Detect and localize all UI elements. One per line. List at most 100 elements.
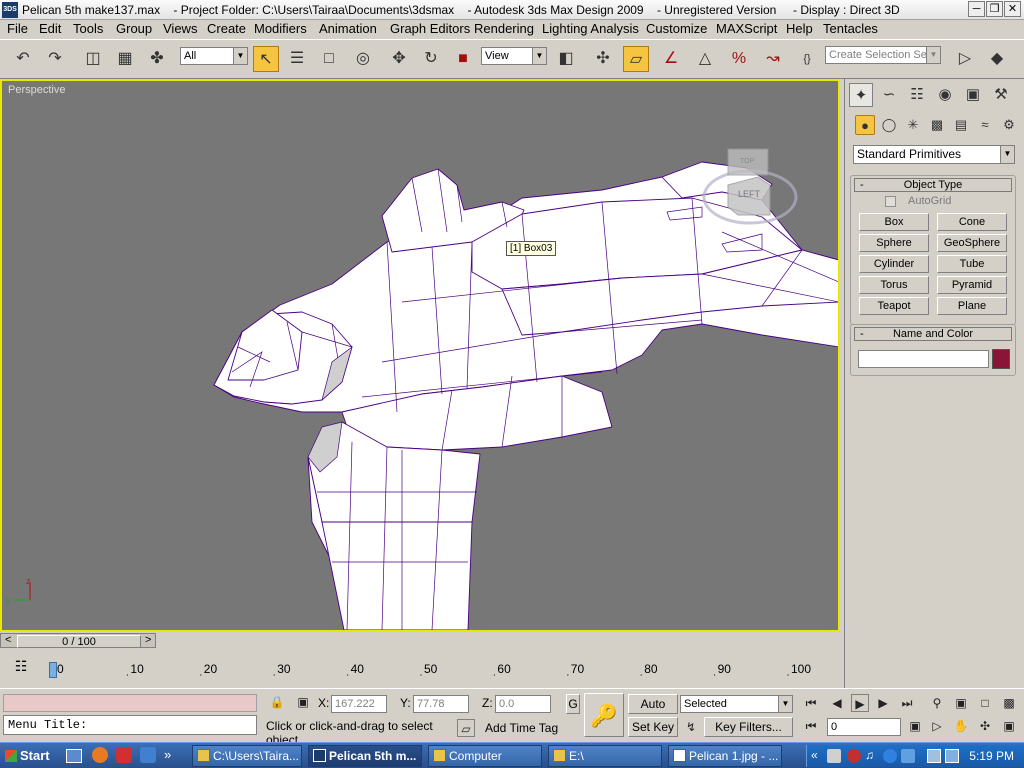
menu-create[interactable]: Create bbox=[207, 21, 246, 36]
maximize-viewport-icon[interactable]: ▣ bbox=[1000, 717, 1018, 735]
x-coordinate-field[interactable]: 167.222 bbox=[331, 695, 387, 713]
redo-icon[interactable]: ↷ bbox=[42, 46, 68, 72]
object-type-header[interactable]: - Object Type bbox=[854, 178, 1012, 192]
menu-lighting-analysis[interactable]: Lighting Analysis bbox=[542, 21, 639, 36]
key-mode-dropdown[interactable]: Selected ▼ bbox=[680, 695, 793, 713]
hierarchy-tab-icon[interactable]: ☷ bbox=[905, 83, 929, 107]
menu-graph-editors[interactable]: Graph Editors bbox=[390, 21, 470, 36]
task-3dsmax[interactable]: Pelican 5th m... bbox=[308, 745, 422, 767]
named-sel-abc-icon[interactable]: {} bbox=[794, 46, 820, 72]
task-computer[interactable]: Computer bbox=[428, 745, 542, 767]
manipulate-icon[interactable]: ✣ bbox=[590, 46, 616, 72]
prev-frame-arrow[interactable]: < bbox=[5, 634, 11, 646]
key-filters-button[interactable]: Key Filters... bbox=[704, 717, 793, 737]
grid-button[interactable]: G bbox=[566, 694, 580, 714]
autogrid-checkbox[interactable] bbox=[885, 196, 896, 207]
bind-spacewarp-icon[interactable]: ✤ bbox=[144, 46, 170, 72]
play-icon[interactable]: ▶ bbox=[851, 694, 869, 712]
tray-monitor-icon[interactable] bbox=[927, 749, 941, 763]
task-drive-e[interactable]: E:\ bbox=[548, 745, 662, 767]
clock[interactable]: 5:19 PM bbox=[969, 749, 1014, 763]
systems-icon[interactable]: ⚙ bbox=[999, 115, 1019, 135]
media-player-icon[interactable] bbox=[140, 747, 156, 763]
cone-button[interactable]: Cone bbox=[937, 213, 1007, 231]
tray-device-icon[interactable] bbox=[945, 749, 959, 763]
tube-button[interactable]: Tube bbox=[937, 255, 1007, 273]
current-frame-field[interactable]: 0 bbox=[827, 718, 901, 736]
start-button[interactable]: Start bbox=[2, 745, 52, 767]
undo-icon[interactable]: ↶ bbox=[10, 46, 36, 72]
named-selection-set-dropdown[interactable]: Create Selection Set ▼ bbox=[825, 46, 941, 64]
object-color-swatch[interactable] bbox=[992, 349, 1010, 369]
menu-rendering[interactable]: Rendering bbox=[474, 21, 534, 36]
restore-button[interactable]: ❐ bbox=[986, 1, 1003, 17]
pivot-icon[interactable]: ◧ bbox=[553, 46, 579, 72]
frame-ruler[interactable]: 0 10 20 30 40 50 60 70 80 90 100 bbox=[50, 662, 830, 676]
cameras-icon[interactable]: ▩ bbox=[927, 115, 947, 135]
quicklaunch-overflow-icon[interactable]: » bbox=[164, 747, 171, 762]
add-time-tag-label[interactable]: Add Time Tag bbox=[485, 721, 558, 735]
menu-tentacles[interactable]: Tentacles bbox=[823, 21, 878, 36]
menu-help[interactable]: Help bbox=[786, 21, 813, 36]
display-tab-icon[interactable]: ▣ bbox=[961, 83, 985, 107]
task-pelican-image[interactable]: Pelican 1.jpg - ... bbox=[668, 745, 782, 767]
rotate-icon[interactable]: ↻ bbox=[418, 46, 444, 72]
select-by-name-icon[interactable]: ☰ bbox=[284, 46, 310, 72]
lights-icon[interactable]: ✳ bbox=[903, 115, 923, 135]
next-frame-icon[interactable]: ▶ bbox=[874, 694, 892, 712]
modify-tab-icon[interactable]: ∽ bbox=[877, 83, 901, 107]
set-key-big-icon[interactable]: 🔑 bbox=[584, 693, 624, 737]
firefox-icon[interactable] bbox=[92, 747, 108, 763]
menu-maxscript[interactable]: MAXScript bbox=[716, 21, 777, 36]
current-frame-marker[interactable] bbox=[49, 662, 57, 678]
cylinder-button[interactable]: Cylinder bbox=[859, 255, 929, 273]
pan-hand-icon[interactable]: ✋ bbox=[952, 717, 970, 735]
zoom-icon[interactable]: ⚲ bbox=[928, 694, 946, 712]
move-icon[interactable]: ✥ bbox=[386, 46, 412, 72]
pyramid-button[interactable]: Pyramid bbox=[937, 276, 1007, 294]
y-coordinate-field[interactable]: 77.78 bbox=[413, 695, 469, 713]
create-tab-icon[interactable]: ✦ bbox=[849, 83, 873, 107]
auto-key-button[interactable]: Auto Key bbox=[628, 694, 678, 729]
sphere-button[interactable]: Sphere bbox=[859, 234, 929, 252]
close-button[interactable]: ✕ bbox=[1004, 1, 1021, 17]
show-desktop-icon[interactable] bbox=[66, 749, 82, 763]
add-time-tag-icon[interactable]: ▱ bbox=[457, 719, 475, 737]
3dsmax-app-icon[interactable]: 3DS bbox=[2, 2, 18, 18]
selection-filter-dropdown[interactable]: All ▼ bbox=[180, 47, 248, 65]
menu-tools[interactable]: Tools bbox=[73, 21, 103, 36]
menu-edit[interactable]: Edit bbox=[39, 21, 61, 36]
scale-icon[interactable]: ■ bbox=[450, 46, 476, 72]
tray-security-icon[interactable] bbox=[847, 749, 861, 763]
menu-group[interactable]: Group bbox=[116, 21, 152, 36]
track-bar[interactable]: ☷ 0 10 20 30 40 50 60 70 80 90 100 bbox=[0, 650, 840, 686]
rect-region-icon[interactable]: □ bbox=[316, 46, 342, 72]
tray-update-icon[interactable] bbox=[901, 749, 915, 763]
menu-views[interactable]: Views bbox=[163, 21, 197, 36]
z-coordinate-field[interactable]: 0.0 bbox=[495, 695, 551, 713]
menu-animation[interactable]: Animation bbox=[319, 21, 377, 36]
torus-button[interactable]: Torus bbox=[859, 276, 929, 294]
key-mode-toggle-icon[interactable]: ⏮ bbox=[802, 717, 820, 735]
go-to-end-icon[interactable]: ⏭ bbox=[898, 694, 916, 712]
angle-snap-icon[interactable]: ∠ bbox=[658, 46, 684, 72]
next-frame-arrow[interactable]: > bbox=[145, 634, 151, 646]
lock-icon[interactable]: 🔒 bbox=[268, 693, 286, 711]
absolute-mode-icon[interactable]: ▣ bbox=[294, 693, 312, 711]
motion-tab-icon[interactable]: ◉ bbox=[933, 83, 957, 107]
mirror-icon[interactable]: ▷ bbox=[952, 46, 978, 72]
curve-editor-icon[interactable]: ☷ bbox=[10, 658, 32, 678]
menu-customize[interactable]: Customize bbox=[646, 21, 707, 36]
prev-frame-icon[interactable]: ◀ bbox=[828, 694, 846, 712]
task-explorer-users[interactable]: C:\Users\Taira... bbox=[192, 745, 302, 767]
utilities-tab-icon[interactable]: ⚒ bbox=[989, 83, 1013, 107]
tray-app-icon[interactable] bbox=[827, 749, 841, 763]
spacewarps-icon[interactable]: ≈ bbox=[975, 115, 995, 135]
geosphere-button[interactable]: GeoSphere bbox=[937, 234, 1007, 252]
unlink-icon[interactable]: ▦ bbox=[112, 46, 138, 72]
maxscript-listener-mini[interactable] bbox=[3, 694, 257, 712]
shapes-icon[interactable]: ◯ bbox=[879, 115, 899, 135]
zoom-extents-icon[interactable]: □ bbox=[976, 694, 994, 712]
perspective-viewport[interactable]: Perspective LEFT TOP [1] Box03 z y bbox=[0, 79, 840, 632]
snap-toggle-icon[interactable]: ▱ bbox=[623, 46, 649, 72]
